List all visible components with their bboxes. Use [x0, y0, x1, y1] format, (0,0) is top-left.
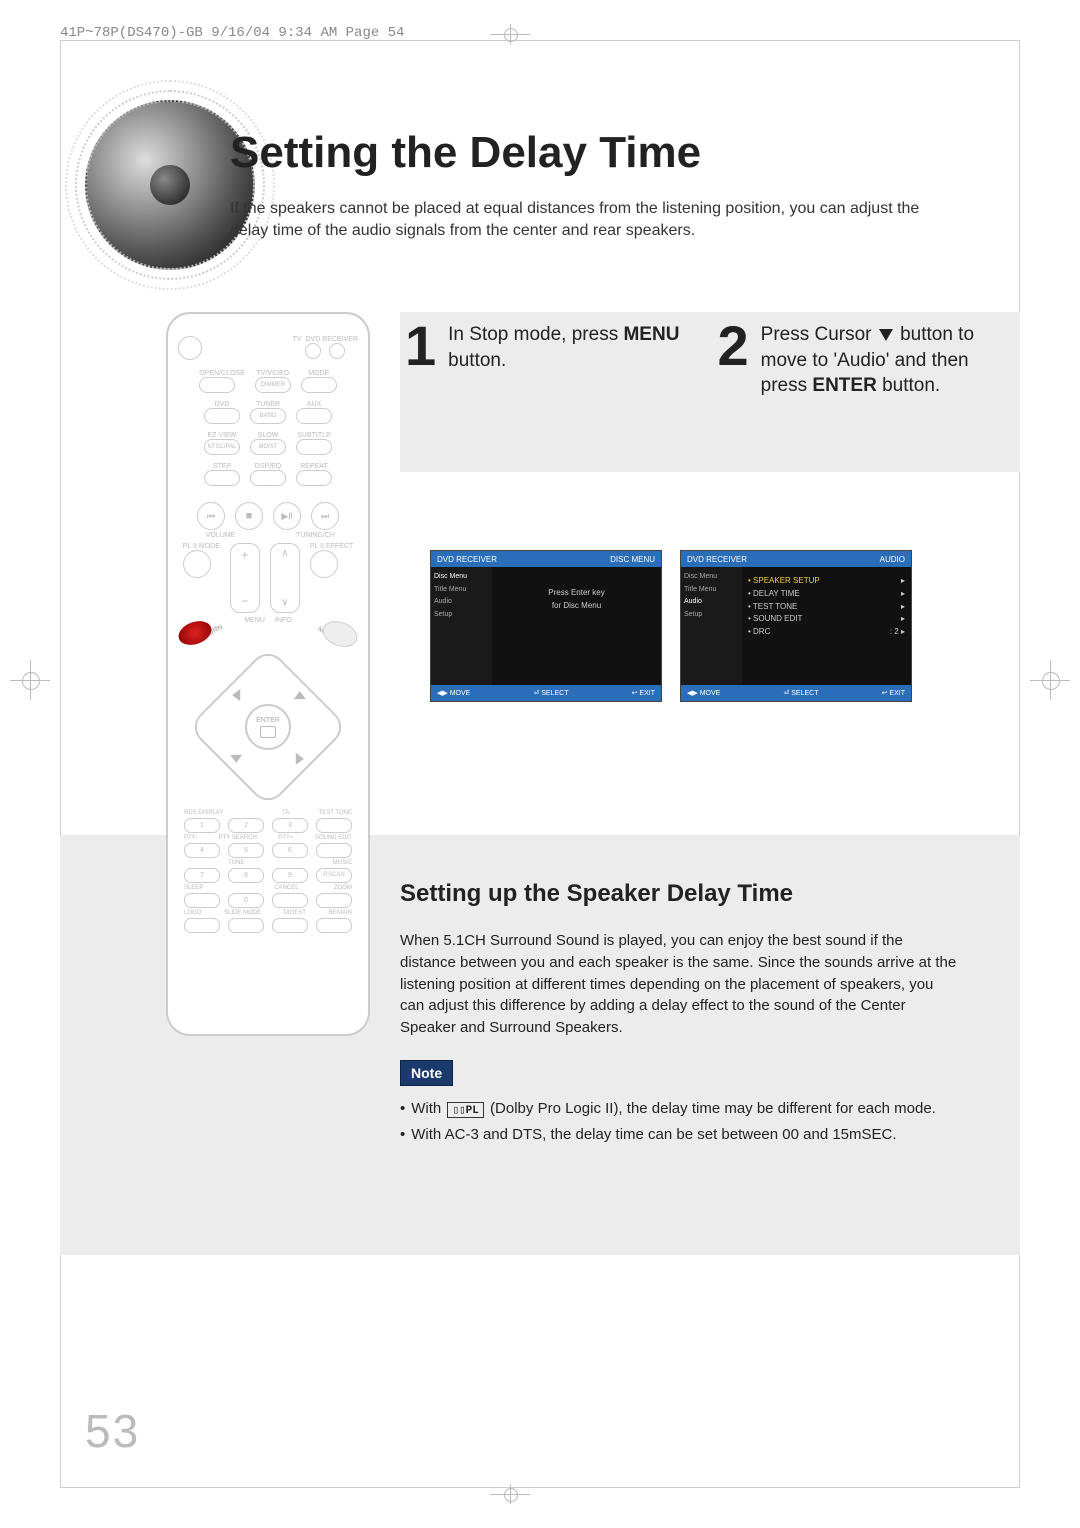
crop-mark-left: [10, 660, 50, 700]
remote-label-enter: ENTER: [256, 717, 280, 724]
remote-label-tv: TV: [293, 336, 302, 343]
crop-mark-right: [1030, 660, 1070, 700]
remote-illustration: TV DVD RECEIVER OPEN/CLOSE TV/VIDEO DIMM…: [166, 312, 370, 1036]
note-item-2: • With AC-3 and DTS, the delay time can …: [400, 1126, 980, 1143]
kp-lbl: PTY-: [184, 835, 197, 841]
osd-screenshot-1: DVD RECEIVER DISC MENU Disc MenuTitle Me…: [430, 550, 662, 702]
page-number: 53: [85, 1404, 140, 1458]
kp-lbl: PTY+: [278, 835, 293, 841]
step-1: 1 In Stop mode, press MENU button.: [405, 318, 698, 399]
osd2-topleft: DVD RECEIVER: [687, 555, 747, 564]
kp-lbl: RDS DISPLAY: [184, 810, 223, 816]
remote-label-dspeq: DSP/EQ: [250, 463, 286, 470]
step-2: 2 Press Cursor button to move to 'Audio'…: [718, 318, 1011, 399]
remote-label-dimmer: DIMMER: [255, 377, 291, 393]
remote-label-plmode: PL II MODE: [183, 543, 220, 550]
note-item-1: • With ▯▯PL (Dolby Pro Logic II), the de…: [400, 1100, 980, 1118]
print-header: 41P~78P(DS470)-GB 9/16/04 9:34 AM Page 5…: [60, 25, 1020, 41]
kp-lbl: LOGO: [184, 910, 201, 916]
osd2-btm-move: MOVE: [700, 690, 721, 697]
speaker-icon: [85, 100, 255, 270]
kp-lbl: P.SCAN: [316, 868, 352, 883]
remote-label-band: BAND: [250, 408, 286, 424]
remote-label-ntscpal: NTSC/PAL: [204, 439, 240, 455]
kp-lbl: DIGEST: [284, 910, 306, 916]
kp-lbl: TEST TONE: [319, 810, 352, 816]
crop-mark-top: [490, 24, 530, 44]
osd1-btm-exit: EXIT: [639, 690, 655, 697]
remote-label-volume: VOLUME: [178, 532, 263, 539]
dolby-pl2-icon: ▯▯PL: [447, 1102, 483, 1118]
page-title: Setting the Delay Time: [230, 128, 701, 178]
remote-label-subtitle: SUBTITLE: [296, 432, 332, 439]
osd1-topleft: DVD RECEIVER: [437, 555, 497, 564]
remote-label-pleff: PL II EFFECT: [310, 543, 353, 550]
remote-label-tuner: TUNER: [250, 401, 286, 408]
osd2-btm-exit: EXIT: [889, 690, 905, 697]
step-2-number: 2: [718, 318, 749, 399]
osd1-btm-move: MOVE: [450, 690, 471, 697]
note-box: Note: [400, 1060, 453, 1086]
subheading: Setting up the Speaker Delay Time: [400, 880, 793, 908]
osd1-topright: DISC MENU: [610, 555, 655, 564]
remote-label-dvd: DVD RECEIVER: [305, 336, 358, 343]
remote-label-step: STEP: [204, 463, 240, 470]
kp-lbl: SLIDE MODE: [224, 910, 261, 916]
remote-label-most: MO/ST: [250, 439, 286, 455]
remote-label-repeat: REPEAT: [296, 463, 332, 470]
sub-body: When 5.1CH Surround Sound is played, you…: [400, 930, 960, 1039]
remote-label-slow: SLOW: [250, 432, 286, 439]
note-item-2-text: With AC-3 and DTS, the delay time can be…: [411, 1126, 896, 1143]
step-1-text: In Stop mode, press MENU button.: [448, 318, 697, 399]
kp-lbl: CANCEL: [274, 885, 298, 891]
step-1-number: 1: [405, 318, 436, 399]
note-chip: Note: [400, 1060, 453, 1086]
kp-lbl: REMAIN: [329, 910, 352, 916]
kp-lbl: PTY SEARCH: [219, 835, 257, 841]
remote-label-dvdl: DVD: [204, 401, 240, 408]
kp-lbl: TA: [282, 810, 289, 816]
remote-label-tvvideo: TV/VIDEO: [255, 370, 291, 377]
kp-lbl: ZOOM: [334, 885, 352, 891]
remote-label-ezview: EZ VIEW: [204, 432, 240, 439]
kp-lbl: TUNE: [228, 860, 244, 866]
step-2-text: Press Cursor button to move to 'Audio' a…: [761, 318, 1010, 399]
crop-mark-bottom: [490, 1484, 530, 1504]
osd2-btm-select: SELECT: [791, 690, 818, 697]
remote-label-mode: MODE: [301, 370, 337, 377]
note-list: • With ▯▯PL (Dolby Pro Logic II), the de…: [400, 1100, 980, 1151]
remote-label-aux: AUX: [296, 401, 332, 408]
kp-lbl: SOUND EDIT: [315, 835, 352, 841]
osd1-btm-select: SELECT: [541, 690, 568, 697]
osd-screenshot-2: DVD RECEIVER AUDIO Disc MenuTitle MenuAu…: [680, 550, 912, 702]
remote-label-openclose: OPEN/CLOSE: [199, 370, 245, 377]
intro-text: If the speakers cannot be placed at equa…: [230, 198, 960, 243]
osd2-topright: AUDIO: [880, 555, 905, 564]
kp-lbl: MUSIC: [333, 860, 352, 866]
remote-label-tuningch: TUNING/CH: [273, 532, 358, 539]
kp-lbl: SLEEP: [184, 885, 203, 891]
